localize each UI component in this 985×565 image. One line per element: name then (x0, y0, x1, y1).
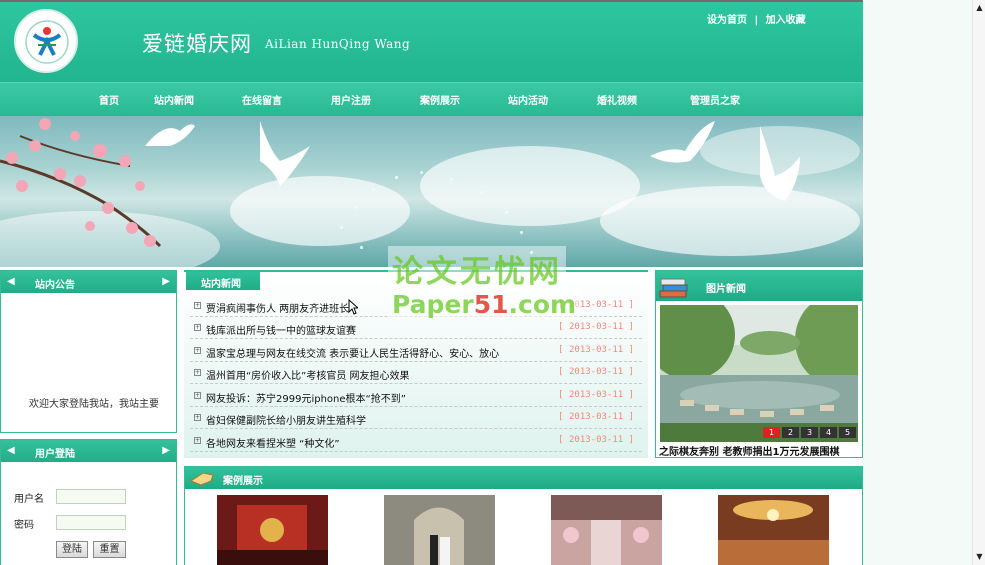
news-item-date: [ 2013-03-11 ] (558, 322, 634, 332)
case-image[interactable] (718, 495, 829, 565)
site-header: 爱链婚庆网 AiLian HunQing Wang 设为首页 | 加入收藏 (0, 0, 863, 82)
photo-news-panel: 图片新闻 1 2 3 4 5 之际棋友奔别 老教师捐出1万元发展围棋 (655, 270, 863, 458)
nav-item-cases[interactable]: 案例展示 (420, 92, 460, 107)
scroll-up-arrow-icon[interactable]: ▲ (975, 3, 984, 12)
news-item[interactable]: + 温州首用“房价收入比”考核官员 网友担心效果 [ 2013-03-11 ] (190, 362, 642, 384)
scroll-down-arrow-icon[interactable]: ▼ (975, 552, 984, 561)
vertical-scrollbar[interactable]: ▲ ▼ (972, 0, 985, 565)
login-header: ◀ 用户登陆 ▶ (1, 440, 176, 462)
news-item-title[interactable]: 钱库派出所与钱一中的篮球友谊赛 (206, 322, 356, 337)
news-item-title[interactable]: 温州首用“房价收入比”考核官员 网友担心效果 (206, 367, 410, 382)
photo-page-5[interactable]: 5 (839, 427, 856, 438)
site-title-english: AiLian HunQing Wang (265, 37, 411, 51)
page: 爱链婚庆网 AiLian HunQing Wang 设为首页 | 加入收藏 首页… (0, 0, 863, 565)
username-label: 用户名 (14, 494, 44, 505)
news-item-title[interactable]: 贾涓疯闹事伤人 两朋友齐进班长 (206, 300, 349, 315)
dove-icon (260, 121, 310, 186)
bullet-icon: + (194, 414, 201, 421)
news-item-title[interactable]: 温家宝总理与网友在线交流 表示要让人民生活得舒心、安心、放心 (206, 345, 499, 360)
notice-title: 站内公告 (35, 280, 75, 291)
nav-item-activities[interactable]: 站内活动 (508, 92, 548, 107)
news-item-date: [ 2013-03-11 ] (558, 412, 634, 422)
reset-button[interactable]: 重置 (93, 541, 126, 558)
bullet-icon: + (194, 369, 201, 376)
arrow-right-icon: ▶ (162, 276, 170, 287)
photo-pager: 1 2 3 4 5 (763, 427, 856, 438)
notice-marquee[interactable]: 欢迎大家登陆我站，我站主要 (29, 395, 169, 410)
photo-news-title: 图片新闻 (706, 284, 746, 295)
login-title: 用户登陆 (35, 449, 75, 460)
case-image[interactable] (217, 495, 328, 565)
news-item[interactable]: + 各地网友来看捏米塑 “种文化” [ 2013-03-11 ] (190, 430, 642, 452)
dove-icon (145, 124, 195, 146)
login-button[interactable]: 登陆 (56, 541, 88, 558)
site-logo[interactable] (14, 9, 78, 73)
photo-news-caption[interactable]: 之际棋友奔别 老教师捐出1万元发展围棋 (659, 443, 839, 458)
add-favorite-link[interactable]: 加入收藏 (766, 15, 806, 26)
photo-news-image[interactable] (660, 305, 858, 442)
news-item[interactable]: + 钱库派出所与钱一中的篮球友谊赛 [ 2013-03-11 ] (190, 317, 642, 339)
case-image[interactable] (551, 495, 662, 565)
case-image[interactable] (384, 495, 495, 565)
notice-header: ◀ 站内公告 ▶ (1, 271, 176, 293)
news-item-date: [ 2013-03-11 ] (558, 435, 634, 445)
watermark-text: 论文无忧网 (388, 246, 566, 291)
news-tab[interactable]: 站内新闻 (186, 272, 260, 290)
notice-panel: ◀ 站内公告 ▶ 欢迎大家登陆我站，我站主要 (0, 270, 177, 433)
news-item[interactable]: + 网友投诉：苏宁2999元iphone根本“抢不到” [ 2013-03-11… (190, 385, 642, 407)
page-side-background (863, 0, 985, 565)
news-item-title[interactable]: 网友投诉：苏宁2999元iphone根本“抢不到” (206, 390, 406, 405)
dove-icon (760, 126, 800, 201)
main-nav: 首页 站内新闻 在线留言 用户注册 案例展示 站内活动 婚礼视频 管理员之家 (0, 82, 863, 116)
arrow-left-icon: ◀ (7, 276, 15, 287)
username-input[interactable] (56, 489, 126, 504)
set-homepage-link[interactable]: 设为首页 (707, 15, 747, 26)
arrow-left-icon: ◀ (7, 445, 15, 456)
news-item-date: [ 2013-03-11 ] (558, 390, 634, 400)
photo-page-3[interactable]: 3 (801, 427, 818, 438)
watermark-url: Paper51.com (388, 290, 581, 319)
arrow-right-icon: ▶ (162, 445, 170, 456)
books-icon (659, 278, 688, 298)
site-title: 爱链婚庆网 (142, 32, 252, 56)
news-item[interactable]: + 温家宝总理与网友在线交流 表示要让人民生活得舒心、安心、放心 [ 2013-… (190, 340, 642, 362)
news-item-date: [ 2013-03-11 ] (558, 345, 634, 355)
cases-title: 案例展示 (223, 476, 263, 487)
dove-icon (650, 121, 715, 163)
cases-panel: 案例展示 (184, 466, 863, 565)
nav-item-message[interactable]: 在线留言 (242, 92, 282, 107)
hand-pointer-icon (189, 472, 214, 486)
nav-item-admin[interactable]: 管理员之家 (690, 92, 740, 107)
photo-page-2[interactable]: 2 (782, 427, 799, 438)
bullet-icon: + (194, 302, 201, 309)
password-label: 密码 (14, 520, 34, 531)
banner-image (0, 116, 863, 267)
password-input[interactable] (56, 515, 126, 530)
news-item-title[interactable]: 各地网友来看捏米塑 “种文化” (206, 435, 340, 450)
bullet-icon: + (194, 437, 201, 444)
bullet-icon: + (194, 392, 201, 399)
link-separator: | (754, 15, 759, 26)
news-item-title[interactable]: 省妇保健副院长给小朋友讲生殖科学 (206, 412, 366, 427)
top-links: 设为首页 | 加入收藏 (707, 11, 810, 26)
photo-news-header: 图片新闻 (656, 271, 862, 301)
nav-item-news[interactable]: 站内新闻 (154, 92, 194, 107)
photo-page-4[interactable]: 4 (820, 427, 837, 438)
nav-item-home[interactable]: 首页 (99, 92, 119, 107)
mouse-cursor-icon (348, 299, 358, 315)
nav-item-register[interactable]: 用户注册 (331, 92, 371, 107)
news-item[interactable]: + 省妇保健副院长给小朋友讲生殖科学 [ 2013-03-11 ] (190, 407, 642, 429)
bullet-icon: + (194, 347, 201, 354)
news-item-date: [ 2013-03-11 ] (558, 367, 634, 377)
bullet-icon: + (194, 324, 201, 331)
cases-header: 案例展示 (185, 467, 862, 489)
nav-item-videos[interactable]: 婚礼视频 (597, 92, 637, 107)
photo-page-1[interactable]: 1 (763, 427, 780, 438)
